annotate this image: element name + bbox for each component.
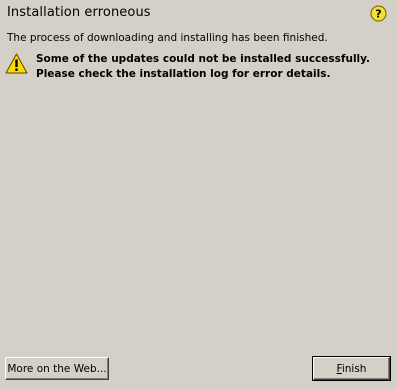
installation-dialog: Installation erroneous ? The process of … [0, 0, 397, 389]
dialog-title: Installation erroneous [7, 5, 151, 20]
finish-button[interactable]: Finish [312, 356, 391, 381]
svg-text:?: ? [375, 8, 381, 21]
warning-icon [5, 53, 28, 74]
more-on-web-button[interactable]: More on the Web... [5, 357, 109, 380]
finish-label-rest: inish [341, 362, 367, 375]
finish-label: Finish [337, 363, 367, 375]
intro-text: The process of downloading and installin… [7, 32, 328, 44]
more-on-web-label: More on the Web... [7, 362, 107, 375]
error-message: Some of the updates could not be install… [36, 53, 371, 80]
help-icon[interactable]: ? [370, 5, 387, 22]
